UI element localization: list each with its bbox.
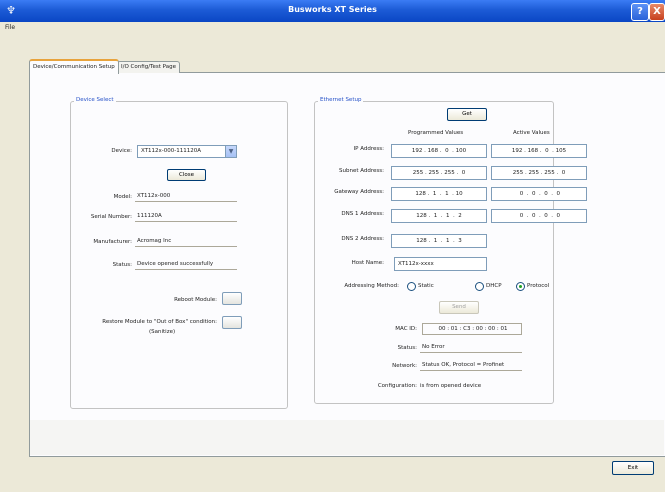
addressing-method-label: Addressing Method:	[344, 283, 399, 289]
ip-address-programmed-field[interactable]: 192 . 168 . 0 . 100	[391, 144, 487, 158]
programmed-values-header: Programmed Values	[408, 130, 464, 136]
close-button[interactable]: Close	[167, 169, 206, 181]
active-values-header: Active Values	[513, 130, 550, 136]
model-label: Model:	[113, 194, 132, 200]
mac-id-label: MAC ID:	[395, 326, 417, 332]
reboot-module-button[interactable]	[222, 292, 242, 305]
serial-number-value: 111120A	[135, 211, 237, 222]
radio-static[interactable]	[407, 282, 416, 291]
host-name-field[interactable]: XT112x-xxxx	[394, 257, 487, 271]
host-name-label: Host Name:	[351, 260, 384, 266]
menu-file[interactable]: File	[5, 24, 15, 31]
ethernet-setup-legend: Ethernet Setup	[318, 97, 364, 103]
send-button[interactable]: Send	[439, 301, 479, 314]
subnet-address-label: Subnet Address:	[339, 168, 384, 174]
tab-device-communication-setup[interactable]: Device/Communication Setup	[29, 59, 119, 74]
restore-module-label: Restore Module to "Out of Box" condition…	[102, 319, 217, 325]
radio-dhcp-label[interactable]: DHCP	[486, 283, 502, 289]
gateway-address-programmed-field[interactable]: 128 . 1 . 1 . 10	[391, 187, 487, 201]
network-status-value: No Error	[420, 342, 522, 353]
mac-id-value: 00 : 01 : C3 : 00 : 00 : 01	[422, 323, 522, 335]
network-label: Network:	[392, 363, 417, 369]
manufacturer-label: Manufacturer:	[93, 239, 132, 245]
configuration-label: Configuration:	[377, 383, 417, 389]
tab-panel-footer	[30, 420, 664, 455]
manufacturer-value: Acromag Inc	[135, 236, 237, 247]
window-title: Busworks XT Series	[288, 5, 377, 14]
restore-module-button[interactable]	[222, 316, 242, 329]
ip-address-label: IP Address:	[353, 146, 384, 152]
radio-protocol-label[interactable]: Protocol	[527, 283, 549, 289]
radio-static-label[interactable]: Static	[418, 283, 434, 289]
device-select-legend: Device Select	[74, 97, 116, 103]
status-label: Status:	[112, 262, 132, 268]
model-value: XT112x-000	[135, 191, 237, 202]
radio-dhcp[interactable]	[475, 282, 484, 291]
serial-number-label: Serial Number:	[90, 214, 132, 220]
device-select-dropdown[interactable]: XT112x-000-111120A	[137, 145, 230, 158]
network-status-label: Status:	[397, 345, 417, 351]
dns2-address-label: DNS 2 Address:	[341, 236, 384, 242]
dns2-address-programmed-field[interactable]: 128 . 1 . 1 . 3	[391, 234, 487, 248]
ip-address-active-field: 192 . 168 . 0 . 105	[491, 144, 587, 158]
dns1-address-label: DNS 1 Address:	[341, 211, 384, 217]
exit-button[interactable]: Exit	[612, 461, 654, 475]
menu-bar	[0, 22, 665, 32]
radio-protocol[interactable]	[516, 282, 525, 291]
close-window-button[interactable]: X	[649, 3, 665, 21]
get-button[interactable]: Get	[447, 108, 487, 121]
network-value: Status OK, Protocol = Profinet	[420, 360, 522, 371]
configuration-value: is from opened device	[420, 383, 482, 389]
chevron-down-icon[interactable]: ▼	[225, 145, 237, 158]
status-value: Device opened successfully	[135, 259, 237, 270]
dns1-address-active-field: 0 . 0 . 0 . 0	[491, 209, 587, 223]
device-label: Device:	[111, 148, 132, 154]
restore-module-sublabel: (Sanitize)	[149, 329, 176, 335]
device-selected-value: XT112x-000-111120A	[141, 148, 202, 154]
subnet-address-active-field: 255 . 255 . 255 . 0	[491, 166, 587, 180]
reboot-module-label: Reboot Module:	[174, 297, 217, 303]
help-button[interactable]: ?	[631, 3, 649, 21]
tab-io-config-test-page[interactable]: I/O Config/Test Page	[117, 61, 180, 73]
subnet-address-programmed-field[interactable]: 255 . 255 . 255 . 0	[391, 166, 487, 180]
dns1-address-programmed-field[interactable]: 128 . 1 . 1 . 2	[391, 209, 487, 223]
gateway-address-label: Gateway Address:	[334, 189, 384, 195]
gateway-address-active-field: 0 . 0 . 0 . 0	[491, 187, 587, 201]
